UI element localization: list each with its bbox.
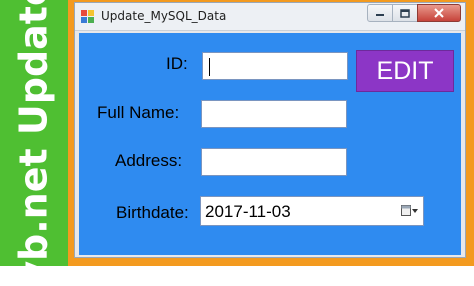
birthdate-picker[interactable]: 2017-11-03 <box>200 196 424 226</box>
title-bar[interactable]: Update_MySQL_Data <box>75 3 465 31</box>
id-input[interactable] <box>202 52 348 80</box>
address-input[interactable] <box>201 148 347 176</box>
minimize-icon <box>376 14 384 16</box>
app-icon <box>81 10 94 23</box>
close-icon <box>434 8 444 18</box>
maximize-icon <box>400 8 410 18</box>
birthdate-value: 2017-11-03 <box>205 202 291 221</box>
close-button[interactable] <box>417 4 461 22</box>
address-label: Address: <box>115 151 183 170</box>
calendar-dropdown-icon[interactable] <box>401 204 419 218</box>
fullname-label: Full Name: <box>97 103 180 122</box>
birthdate-label: Birthdate: <box>116 203 189 222</box>
vbnet-banner: vb.net Update <box>0 0 68 286</box>
minimize-button[interactable] <box>367 4 393 22</box>
edit-button[interactable]: EDIT <box>356 50 454 92</box>
maximize-button[interactable] <box>392 4 418 22</box>
fullname-input[interactable] <box>201 100 347 128</box>
banner-text: vb.net Update <box>12 0 56 286</box>
window-title: Update_MySQL_Data <box>101 9 227 23</box>
id-label: ID: <box>166 54 188 73</box>
text-caret <box>209 58 210 76</box>
